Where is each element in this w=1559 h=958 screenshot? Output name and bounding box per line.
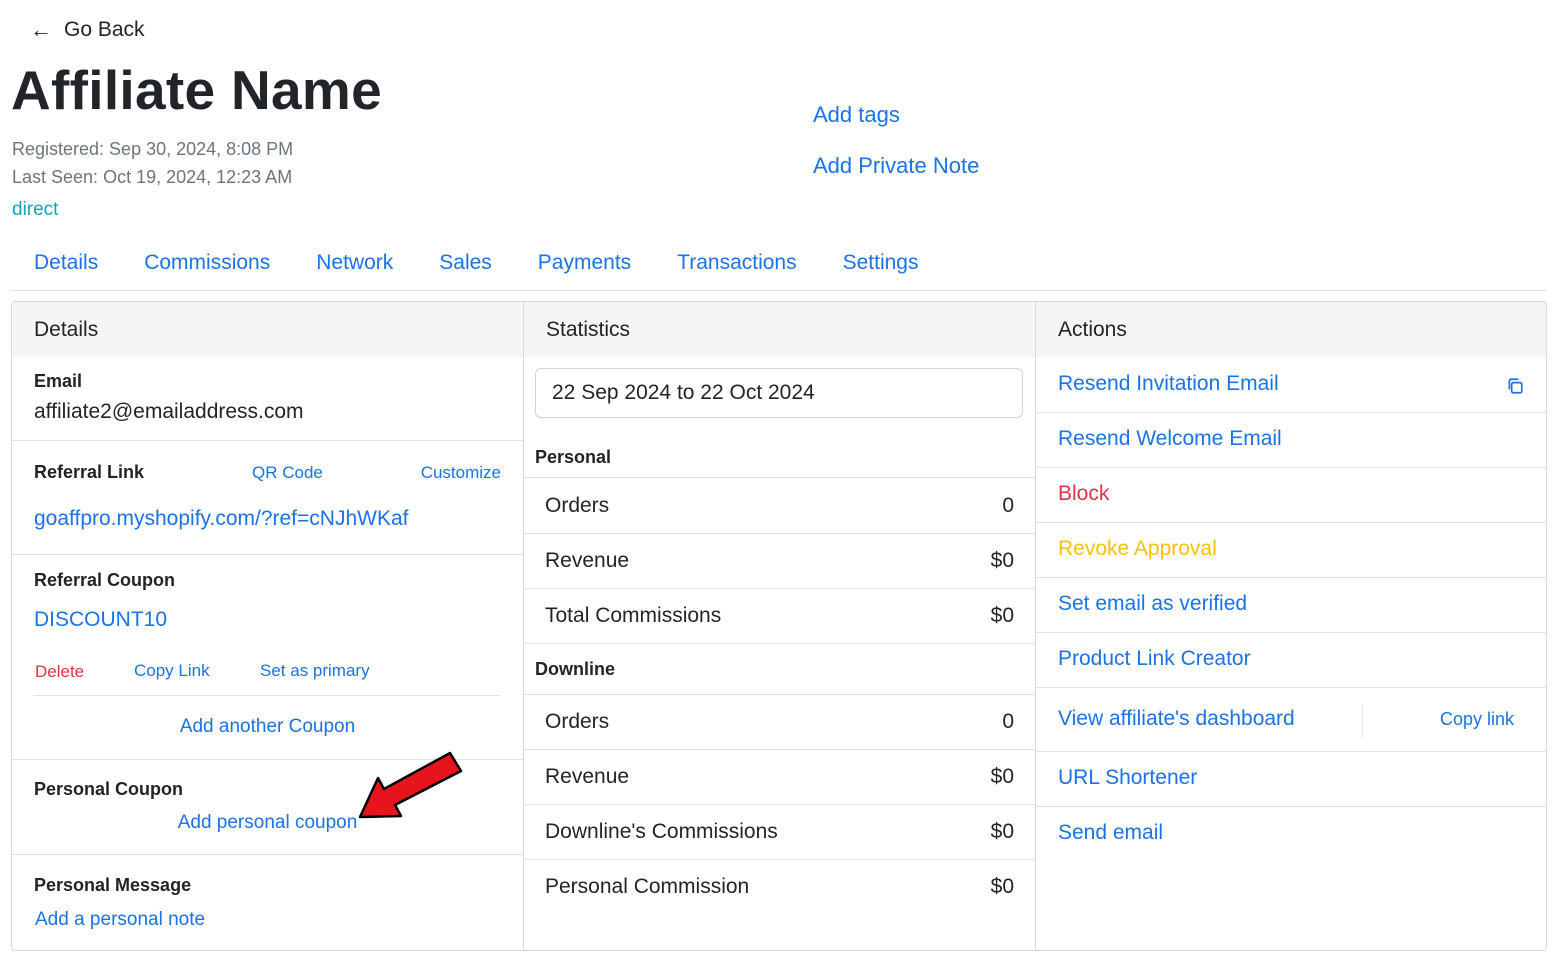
stat-label: Revenue: [545, 549, 630, 572]
action-label: Send email: [1058, 821, 1164, 844]
referral-link-value[interactable]: goaffpro.myshopify.com/?ref=cNJhWKaf: [34, 507, 408, 531]
action-divider: [1362, 704, 1363, 738]
stat-row: Total Commissions $0: [524, 589, 1035, 644]
add-personal-note-link[interactable]: Add a personal note: [35, 909, 205, 931]
stat-value: $0: [990, 820, 1014, 843]
coupon-code[interactable]: DISCOUNT10: [34, 608, 167, 632]
action-label: Block: [1058, 482, 1110, 505]
action-label: URL Shortener: [1058, 766, 1198, 789]
customize-link[interactable]: Customize: [421, 463, 501, 483]
set-email-verified-action[interactable]: Set email as verified: [1036, 578, 1546, 633]
tab-sales[interactable]: Sales: [416, 240, 515, 290]
personal-coupon-label: Personal Coupon: [34, 779, 184, 799]
url-shortener-action[interactable]: URL Shortener: [1036, 752, 1546, 807]
tab-settings[interactable]: Settings: [820, 240, 942, 290]
stat-value: $0: [990, 765, 1014, 788]
personal-stats-heading: Personal: [524, 437, 1035, 478]
tab-network[interactable]: Network: [293, 240, 416, 290]
go-back-link[interactable]: ← Go Back: [30, 18, 145, 42]
stat-row: Orders 0: [524, 695, 1035, 750]
action-label: Product Link Creator: [1058, 647, 1251, 670]
send-email-action[interactable]: Send email: [1036, 807, 1546, 862]
date-range-picker[interactable]: 22 Sep 2024 to 22 Oct 2024: [535, 368, 1023, 418]
qr-code-link[interactable]: QR Code: [252, 463, 323, 483]
go-back-label: Go Back: [64, 18, 145, 41]
tab-payments[interactable]: Payments: [515, 240, 654, 290]
action-label: Resend Welcome Email: [1058, 427, 1282, 450]
action-label: Resend Invitation Email: [1058, 372, 1279, 395]
stat-label: Total Commissions: [545, 604, 722, 627]
last-seen-date: Last Seen: Oct 19, 2024, 12:23 AM: [12, 167, 293, 187]
tab-bar: Details Commissions Network Sales Paymen…: [11, 240, 1547, 291]
downline-stats-heading: Downline: [524, 645, 1035, 695]
tab-details[interactable]: Details: [11, 240, 121, 290]
stat-row: Personal Commission $0: [524, 860, 1035, 915]
stat-value: 0: [1002, 494, 1014, 517]
coupon-divider: [34, 695, 500, 696]
stat-label: Orders: [545, 494, 610, 517]
stat-label: Downline's Commissions: [545, 820, 778, 843]
stat-value: $0: [990, 604, 1014, 627]
tab-transactions[interactable]: Transactions: [654, 240, 819, 290]
copy-icon[interactable]: [1506, 377, 1524, 395]
referral-link-section: Referral Link QR Code Customize goaffpro…: [12, 441, 523, 555]
revoke-approval-action[interactable]: Revoke Approval: [1036, 523, 1546, 578]
actions-card: Actions Resend Invitation Email Resend W…: [1036, 302, 1546, 950]
delete-coupon-link[interactable]: Delete: [35, 662, 84, 682]
add-private-note-link[interactable]: Add Private Note: [813, 153, 979, 179]
resend-invitation-email-action[interactable]: Resend Invitation Email: [1036, 358, 1546, 413]
details-card: Details Email affiliate2@emailaddress.co…: [12, 302, 524, 950]
personal-message-section: Personal Message Add a personal note: [12, 855, 523, 950]
source-label: direct: [12, 199, 59, 220]
set-primary-link[interactable]: Set as primary: [260, 661, 370, 681]
arrow-left-icon: ←: [30, 17, 52, 42]
red-arrow-annotation: [358, 751, 463, 819]
copy-coupon-link[interactable]: Copy Link: [134, 661, 210, 681]
block-action[interactable]: Block: [1036, 468, 1546, 523]
action-label: Set email as verified: [1058, 592, 1248, 615]
email-value: affiliate2@emailaddress.com: [34, 400, 304, 423]
stat-row: Revenue $0: [524, 534, 1035, 589]
registered-date: Registered: Sep 30, 2024, 8:08 PM: [12, 139, 294, 159]
statistics-card: Statistics 22 Sep 2024 to 22 Oct 2024 Pe…: [524, 302, 1036, 950]
stat-label: Revenue: [545, 765, 630, 788]
referral-coupon-section: Referral Coupon DISCOUNT10 Delete Copy L…: [12, 555, 523, 760]
actions-heading: Actions: [1036, 302, 1546, 357]
details-heading: Details: [12, 302, 523, 357]
stat-row: Downline's Commissions $0: [524, 805, 1035, 860]
tab-commissions[interactable]: Commissions: [121, 240, 293, 290]
copy-dashboard-link[interactable]: Copy link: [1440, 709, 1514, 730]
stat-value: $0: [990, 875, 1014, 898]
referral-link-label: Referral Link: [34, 462, 145, 482]
referral-coupon-label: Referral Coupon: [34, 570, 176, 590]
action-label: View affiliate's dashboard: [1058, 707, 1295, 730]
stat-label: Personal Commission: [545, 875, 750, 898]
personal-message-label: Personal Message: [34, 875, 192, 895]
add-tags-link[interactable]: Add tags: [813, 102, 900, 128]
stat-value: $0: [990, 549, 1014, 572]
main-panel: Details Email affiliate2@emailaddress.co…: [11, 301, 1547, 951]
stat-row: Revenue $0: [524, 750, 1035, 805]
stat-value: 0: [1002, 710, 1014, 733]
stat-row: Orders 0: [524, 479, 1035, 534]
resend-welcome-email-action[interactable]: Resend Welcome Email: [1036, 413, 1546, 468]
statistics-heading: Statistics: [524, 302, 1035, 357]
view-affiliate-dashboard-action[interactable]: View affiliate's dashboard Copy link: [1036, 688, 1546, 752]
action-label: Revoke Approval: [1058, 537, 1217, 560]
page-title: Affiliate Name: [11, 59, 382, 121]
add-another-coupon-link[interactable]: Add another Coupon: [12, 716, 523, 738]
email-label: Email: [34, 371, 83, 391]
stat-label: Orders: [545, 710, 610, 733]
email-section: Email affiliate2@emailaddress.com: [12, 357, 523, 441]
product-link-creator-action[interactable]: Product Link Creator: [1036, 633, 1546, 688]
